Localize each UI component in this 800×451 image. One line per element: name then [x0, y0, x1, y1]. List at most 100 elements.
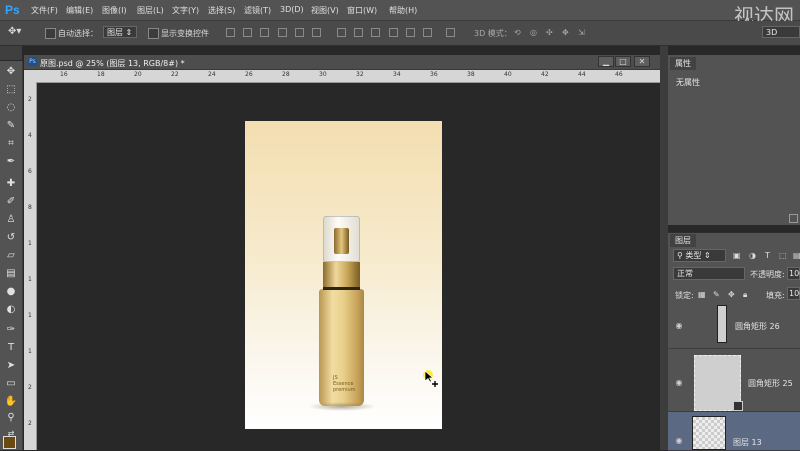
workspace-dropdown[interactable]: 3D [762, 26, 800, 38]
auto-select-dropdown[interactable]: 图层 ⇕ [103, 26, 137, 38]
panel-resize-icon[interactable] [789, 214, 798, 223]
align-bottom-icon[interactable] [260, 28, 269, 37]
auto-align-icon[interactable] [446, 28, 455, 37]
ruler-tick-label: 32 [356, 71, 364, 78]
properties-tab[interactable]: 属性 [670, 57, 696, 70]
move-tool-icon[interactable]: ✥▾ [8, 26, 21, 37]
lasso-tool-icon[interactable]: ◌ [4, 101, 18, 115]
rectangle-tool-icon[interactable]: ▭ [4, 377, 18, 391]
align-vcenter-icon[interactable] [243, 28, 252, 37]
close-button[interactable]: ✕ [634, 56, 650, 67]
dodge-tool-icon[interactable]: ◐ [4, 303, 18, 317]
auto-select-checkbox[interactable] [45, 28, 56, 39]
opacity-input[interactable]: 100 [787, 267, 800, 280]
layer-name[interactable]: 圆角矩形 25 [748, 378, 793, 389]
minimize-button[interactable]: ▁ [598, 56, 614, 67]
menu-layer[interactable]: 图层(L) [137, 5, 164, 16]
align-hcenter-icon[interactable] [295, 28, 304, 37]
align-left-icon[interactable] [278, 28, 287, 37]
bottle-label: JS Essence premium [333, 375, 356, 393]
document-tab-title[interactable]: 原图.psd @ 25% (图层 13, RGB/8#) * [40, 58, 185, 69]
3d-rotate-icon[interactable]: ⟲ [514, 28, 521, 37]
distribute-bottom-icon[interactable] [371, 28, 380, 37]
ruler-tick-label: 2 [28, 96, 32, 103]
visibility-eye-icon[interactable]: ◉ [674, 321, 684, 331]
quick-select-tool-icon[interactable]: ✎ [4, 119, 18, 133]
filter-pixel-icon[interactable]: ▣ [733, 251, 741, 260]
distribute-top-icon[interactable] [337, 28, 346, 37]
menu-filter[interactable]: 滤镜(T) [244, 5, 271, 16]
maximize-button[interactable]: □ [615, 56, 631, 67]
pen-tool-icon[interactable]: ✑ [4, 323, 18, 337]
blend-mode-dropdown[interactable]: 正常 [673, 267, 745, 280]
visibility-eye-icon[interactable]: ◉ [674, 378, 684, 388]
align-top-icon[interactable] [226, 28, 235, 37]
layer-row[interactable] [668, 304, 800, 349]
healing-brush-tool-icon[interactable]: ✚ [4, 177, 18, 191]
menu-help[interactable]: 帮助(H) [389, 5, 417, 16]
shape-layer-badge-icon [733, 401, 743, 411]
move-cursor-icon [423, 370, 438, 387]
3d-drag-icon[interactable]: ✣ [546, 28, 553, 37]
menu-view[interactable]: 视图(V) [311, 5, 339, 16]
distribute-right-icon[interactable] [423, 28, 432, 37]
ruler-tick-label: 30 [319, 71, 327, 78]
3d-slide-icon[interactable]: ✥ [562, 28, 569, 37]
lock-pixels-icon[interactable]: ✎ [713, 290, 720, 299]
distribute-vcenter-icon[interactable] [354, 28, 363, 37]
layer-name[interactable]: 图层 13 [733, 437, 762, 448]
foreground-color-swatch[interactable] [3, 436, 16, 449]
fill-input[interactable]: 100 [787, 287, 800, 300]
menu-select[interactable]: 选择(S) [208, 5, 235, 16]
lock-position-icon[interactable]: ✥ [728, 290, 735, 299]
ruler-tick-label: 26 [245, 71, 253, 78]
visibility-eye-icon[interactable]: ◉ [674, 436, 684, 446]
zoom-tool-icon[interactable]: ⚲ [4, 411, 18, 425]
ruler-tick-label: 22 [171, 71, 179, 78]
layers-tab[interactable]: 图层 [670, 234, 696, 247]
crop-tool-icon[interactable]: ⌗ [4, 137, 18, 151]
blur-tool-icon[interactable]: ● [4, 285, 18, 299]
history-brush-tool-icon[interactable]: ↺ [4, 231, 18, 245]
lock-transparent-icon[interactable]: ▦ [698, 290, 706, 299]
lock-all-icon[interactable]: 🔒︎ [743, 290, 747, 300]
menu-image[interactable]: 图像(I) [102, 5, 127, 16]
ps-file-icon: Ps [28, 57, 37, 66]
fill-label: 填充: [766, 291, 785, 300]
distribute-left-icon[interactable] [389, 28, 398, 37]
marquee-tool-icon[interactable]: ⬚ [4, 83, 18, 97]
ruler-tick-label: 44 [578, 71, 586, 78]
filter-smart-icon[interactable]: ▤ [793, 251, 800, 260]
eyedropper-tool-icon[interactable]: ✒ [4, 155, 18, 169]
layer-filter-dropdown[interactable]: ⚲ 类型 ⇕ [673, 249, 726, 262]
filter-type-icon[interactable]: T [765, 251, 770, 260]
3d-scale-icon[interactable]: ⇲ [578, 28, 585, 37]
show-transform-checkbox[interactable] [148, 28, 159, 39]
move-tool-icon[interactable]: ✥ [4, 65, 18, 79]
menu-type[interactable]: 文字(Y) [172, 5, 199, 16]
clone-stamp-tool-icon[interactable]: ♙ [4, 213, 18, 227]
vertical-ruler[interactable]: 2 4 6 8 1 1 1 1 2 2 [24, 82, 37, 450]
menu-edit[interactable]: 编辑(E) [66, 5, 93, 16]
distribute-hcenter-icon[interactable] [406, 28, 415, 37]
menu-file[interactable]: 文件(F) [31, 5, 58, 16]
type-tool-icon[interactable]: T [4, 341, 18, 355]
filter-adjust-icon[interactable]: ◑ [749, 251, 756, 260]
ruler-tick-label: 38 [467, 71, 475, 78]
tools-panel-header[interactable] [0, 46, 22, 60]
horizontal-ruler[interactable]: 16 18 20 22 24 26 28 30 32 34 36 38 40 42 44 46 [24, 70, 660, 83]
gradient-tool-icon[interactable]: ▤ [4, 267, 18, 281]
opacity-label: 不透明度: [750, 270, 785, 279]
filter-shape-icon[interactable]: ⬚ [779, 251, 787, 260]
path-select-tool-icon[interactable]: ➤ [4, 359, 18, 373]
align-right-icon[interactable] [312, 28, 321, 37]
layer-name[interactable]: 圆角矩形 26 [735, 321, 780, 332]
3d-roll-icon[interactable]: ◎ [530, 28, 537, 37]
hand-tool-icon[interactable]: ✋ [4, 395, 18, 409]
ruler-tick-label: 2 [28, 420, 32, 427]
eraser-tool-icon[interactable]: ▱ [4, 249, 18, 263]
ruler-tick-label: 42 [541, 71, 549, 78]
menu-window[interactable]: 窗口(W) [347, 5, 377, 16]
brush-tool-icon[interactable]: ✐ [4, 195, 18, 209]
menu-3d[interactable]: 3D(D) [280, 5, 304, 14]
